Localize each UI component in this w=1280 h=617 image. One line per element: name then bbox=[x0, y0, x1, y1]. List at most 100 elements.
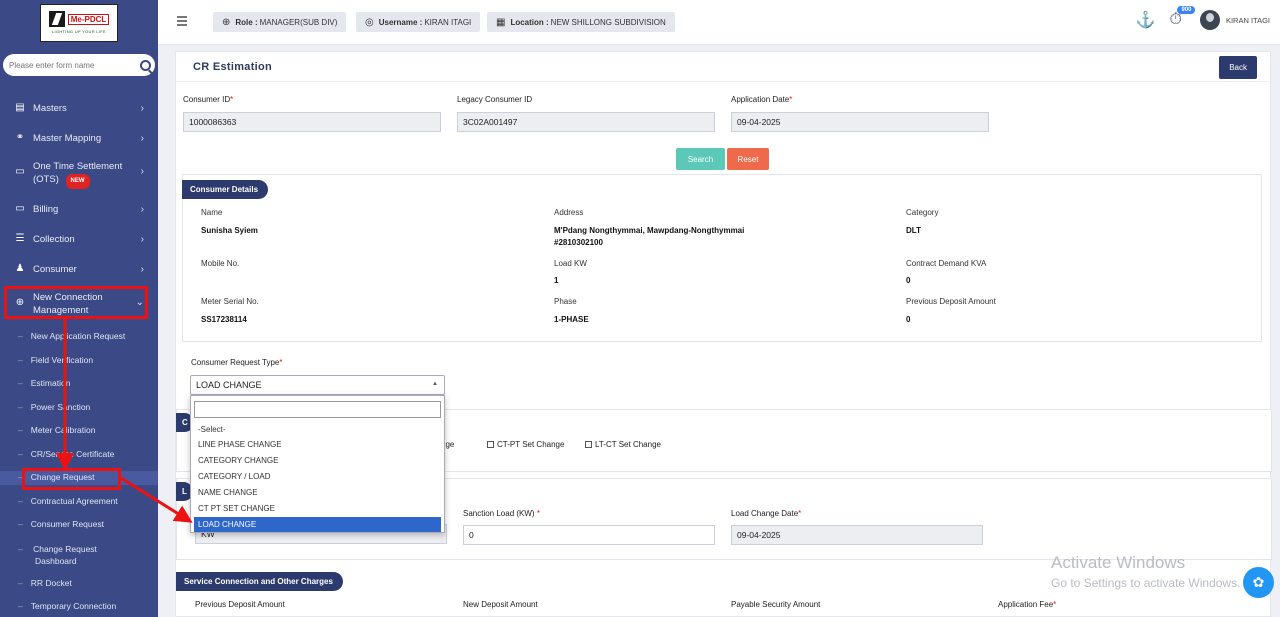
menu-label: Master Mapping bbox=[33, 132, 102, 144]
address-label: Address bbox=[554, 208, 584, 217]
submenu-temporary-connection[interactable]: Temporary Connection bbox=[0, 601, 158, 613]
dropdown-search-input[interactable] bbox=[194, 401, 441, 418]
consumer-id-field[interactable]: 1000086363 bbox=[183, 112, 441, 132]
payable-security-label: Payable Security Amount bbox=[731, 600, 821, 609]
timer-icon[interactable]: ⏱ 900 bbox=[1169, 6, 1196, 29]
location-pill: ▦ Location : NEW SHILLONG SUBDIVISION bbox=[487, 12, 675, 32]
logo[interactable]: Me-PDCL LIGHTING UP YOUR LIFE bbox=[40, 3, 118, 42]
meter-serial-label: Meter Serial No. bbox=[201, 297, 259, 306]
sanction-load-field[interactable]: 0 bbox=[463, 525, 715, 545]
ct-pt-checkbox[interactable]: CT-PT Set Change bbox=[487, 440, 564, 449]
form-search bbox=[3, 54, 155, 76]
menu-label-2: (OTS) bbox=[33, 174, 59, 185]
new-deposit-amount-label: New Deposit Amount bbox=[463, 600, 538, 609]
submenu-power-sanction[interactable]: Power Sanction bbox=[0, 402, 158, 414]
request-type-label: Consumer Request Type* bbox=[191, 358, 283, 367]
page-title: CR Estimation bbox=[176, 52, 1270, 82]
phase-value: 1-PHASE bbox=[554, 315, 589, 324]
menu-ots[interactable]: ▭ One Time Settlement (OTS) NEW › bbox=[0, 160, 158, 189]
submenu-label-2: Dashboard bbox=[35, 556, 77, 566]
name-value: Sunisha Syiem bbox=[201, 226, 258, 235]
legacy-id-field[interactable]: 3C02A001497 bbox=[457, 112, 715, 132]
menu-billing[interactable]: ▭ Billing › bbox=[0, 202, 158, 216]
submenu-new-application[interactable]: New Application Request bbox=[0, 331, 158, 343]
settings-fab[interactable]: ✿ bbox=[1243, 567, 1274, 598]
menu-collection[interactable]: ☰ Collection › bbox=[0, 232, 158, 246]
hamburger-icon[interactable] bbox=[177, 16, 187, 28]
chevron-right-icon: › bbox=[140, 203, 144, 215]
logo-text: Me-PDCL bbox=[67, 13, 110, 25]
support-icon[interactable]: ⚓ bbox=[1136, 10, 1156, 30]
submenu-cr-service-certificate[interactable]: CR/Service Certificate bbox=[0, 449, 158, 461]
checkbox-icon[interactable] bbox=[487, 441, 494, 448]
option-name-change[interactable]: NAME CHANGE bbox=[194, 485, 441, 500]
username-pill: ◎ Username : KIRAN ITAGI bbox=[356, 12, 481, 32]
topbar: ⊕ Role : MANAGER(SUB DIV) ◎ Username : K… bbox=[158, 0, 1280, 45]
submenu-consumer-request[interactable]: Consumer Request bbox=[0, 519, 158, 531]
submenu-contractual-agreement[interactable]: Contractual Agreement bbox=[0, 496, 158, 508]
prev-deposit-label: Previous Deposit Amount bbox=[906, 297, 996, 306]
avatar[interactable] bbox=[1199, 10, 1220, 30]
lt-ct-checkbox[interactable]: LT-CT Set Change bbox=[585, 440, 661, 449]
request-type-select[interactable]: LOAD CHANGE ▲ bbox=[190, 375, 445, 395]
menu-master-mapping[interactable]: ⚭ Master Mapping › bbox=[0, 131, 158, 145]
option-select[interactable]: -Select- bbox=[194, 422, 441, 437]
chevron-right-icon: › bbox=[140, 132, 144, 144]
watermark-subtitle: Go to Settings to activate Windows. bbox=[1051, 576, 1241, 590]
submenu-field-verification[interactable]: Field Verification bbox=[0, 355, 158, 367]
submenu-rr-docket[interactable]: RR Docket bbox=[0, 578, 158, 590]
load-kw-label: Load KW bbox=[554, 259, 587, 268]
form-search-input[interactable] bbox=[9, 60, 140, 70]
menu-consumer[interactable]: ♟ Consumer › bbox=[0, 262, 158, 276]
sanction-load-label: Sanction Load (KW) * bbox=[463, 509, 540, 518]
user-icon: ♟ bbox=[15, 263, 25, 274]
plus-circle-icon: ⊕ bbox=[222, 16, 231, 28]
option-line-phase-change[interactable]: LINE PHASE CHANGE bbox=[194, 437, 441, 452]
annotation-box-submenu bbox=[22, 468, 121, 490]
phase-label: Phase bbox=[554, 297, 577, 306]
load-change-date-field[interactable]: 09-04-2025 bbox=[731, 525, 983, 545]
list-icon: ☰ bbox=[15, 233, 25, 244]
option-ct-pt-set-change[interactable]: CT PT SET CHANGE bbox=[194, 501, 441, 516]
search-button[interactable]: Search bbox=[676, 148, 725, 170]
monitor-icon: ▭ bbox=[15, 203, 25, 214]
app-date-field[interactable]: 09-04-2025 bbox=[731, 112, 989, 132]
option-load-change[interactable]: LOAD CHANGE bbox=[194, 517, 441, 532]
role-label: Role : bbox=[235, 17, 258, 27]
chevron-right-icon: › bbox=[140, 102, 144, 114]
role-pill: ⊕ Role : MANAGER(SUB DIV) bbox=[213, 12, 347, 32]
monitor-icon: ▭ bbox=[15, 166, 25, 177]
submenu-estimation[interactable]: Estimation bbox=[0, 378, 158, 390]
address-value-2: #2810302100 bbox=[554, 238, 603, 247]
user-name[interactable]: KIRAN ITAGI bbox=[1226, 16, 1270, 25]
chevron-right-icon: › bbox=[140, 263, 144, 275]
address-value: M'Pdang Nongthymmai, Mawpdang-Nongthymma… bbox=[554, 226, 745, 235]
contract-demand-value: 0 bbox=[906, 276, 911, 285]
meter-serial-value: SS17238114 bbox=[201, 315, 247, 324]
username-label: Username : bbox=[378, 17, 423, 27]
submenu-change-request-dashboard[interactable]: Change Request Dashboard bbox=[0, 543, 158, 567]
request-type-selected: LOAD CHANGE bbox=[196, 380, 262, 390]
load-change-date-label: Load Change Date* bbox=[731, 509, 802, 518]
menu-masters[interactable]: ▤ Masters › bbox=[0, 101, 158, 115]
checkbox-icon[interactable] bbox=[585, 441, 592, 448]
reset-button[interactable]: Reset bbox=[727, 148, 769, 170]
submenu-meter-calibration[interactable]: Meter Calibration bbox=[0, 425, 158, 437]
option-category-load[interactable]: CATEGORY / LOAD bbox=[194, 469, 441, 484]
charges-tag: Service Connection and Other Charges bbox=[176, 572, 343, 591]
back-button[interactable]: Back bbox=[1219, 56, 1257, 79]
menu-label: Billing bbox=[33, 203, 59, 215]
search-icon[interactable] bbox=[140, 59, 151, 71]
username-value: KIRAN ITAGI bbox=[424, 17, 472, 27]
category-label: Category bbox=[906, 208, 939, 217]
app-date-label: Application Date* bbox=[731, 95, 793, 104]
option-category-change[interactable]: CATEGORY CHANGE bbox=[194, 453, 441, 468]
submenu-label: Change Request bbox=[33, 544, 97, 554]
contract-demand-label: Contract Demand KVA bbox=[906, 259, 987, 268]
application-fee-label: Application Fee* bbox=[998, 600, 1057, 609]
consumer-id-label: Consumer ID* bbox=[183, 95, 234, 104]
watermark-title: Activate Windows bbox=[1051, 553, 1186, 572]
logo-tagline: LIGHTING UP YOUR LIFE bbox=[52, 29, 106, 34]
prev-deposit-value: 0 bbox=[906, 315, 911, 324]
menu-label: Collection bbox=[33, 233, 75, 245]
